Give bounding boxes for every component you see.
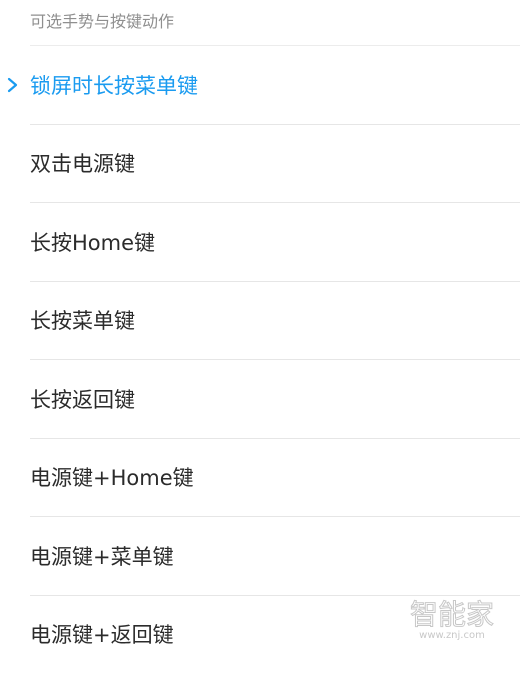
- list-item-lock-screen-menu[interactable]: 锁屏时长按菜单键: [30, 45, 520, 124]
- list-item-label: 锁屏时长按菜单键: [30, 70, 198, 100]
- list-item-label: 双击电源键: [30, 148, 135, 178]
- list-item-power-home[interactable]: 电源键+Home键: [30, 438, 520, 517]
- list-item-label: 长按Home键: [30, 227, 155, 257]
- chevron-right-icon: [6, 76, 20, 94]
- list-item-long-press-back[interactable]: 长按返回键: [30, 359, 520, 438]
- list-item-label: 长按菜单键: [30, 305, 135, 335]
- watermark-brand: 智能家: [410, 598, 494, 631]
- list-item-long-press-menu[interactable]: 长按菜单键: [30, 281, 520, 360]
- list-item-label: 电源键+Home键: [30, 462, 194, 492]
- action-list: 锁屏时长按菜单键 双击电源键 长按Home键 长按菜单键 长按返回键 电源键+H…: [0, 45, 520, 673]
- list-item-long-press-home[interactable]: 长按Home键: [30, 202, 520, 281]
- list-item-label: 电源键+菜单键: [30, 541, 174, 571]
- watermark-url: www.znj.com: [419, 630, 485, 641]
- list-item-power-menu[interactable]: 电源键+菜单键: [30, 516, 520, 595]
- list-item-double-power[interactable]: 双击电源键: [30, 124, 520, 203]
- list-item-label: 电源键+返回键: [30, 619, 174, 649]
- list-item-label: 长按返回键: [30, 384, 135, 414]
- section-header: 可选手势与按键动作: [30, 8, 174, 32]
- watermark-logo: 智能家 www.znj.com: [398, 594, 506, 642]
